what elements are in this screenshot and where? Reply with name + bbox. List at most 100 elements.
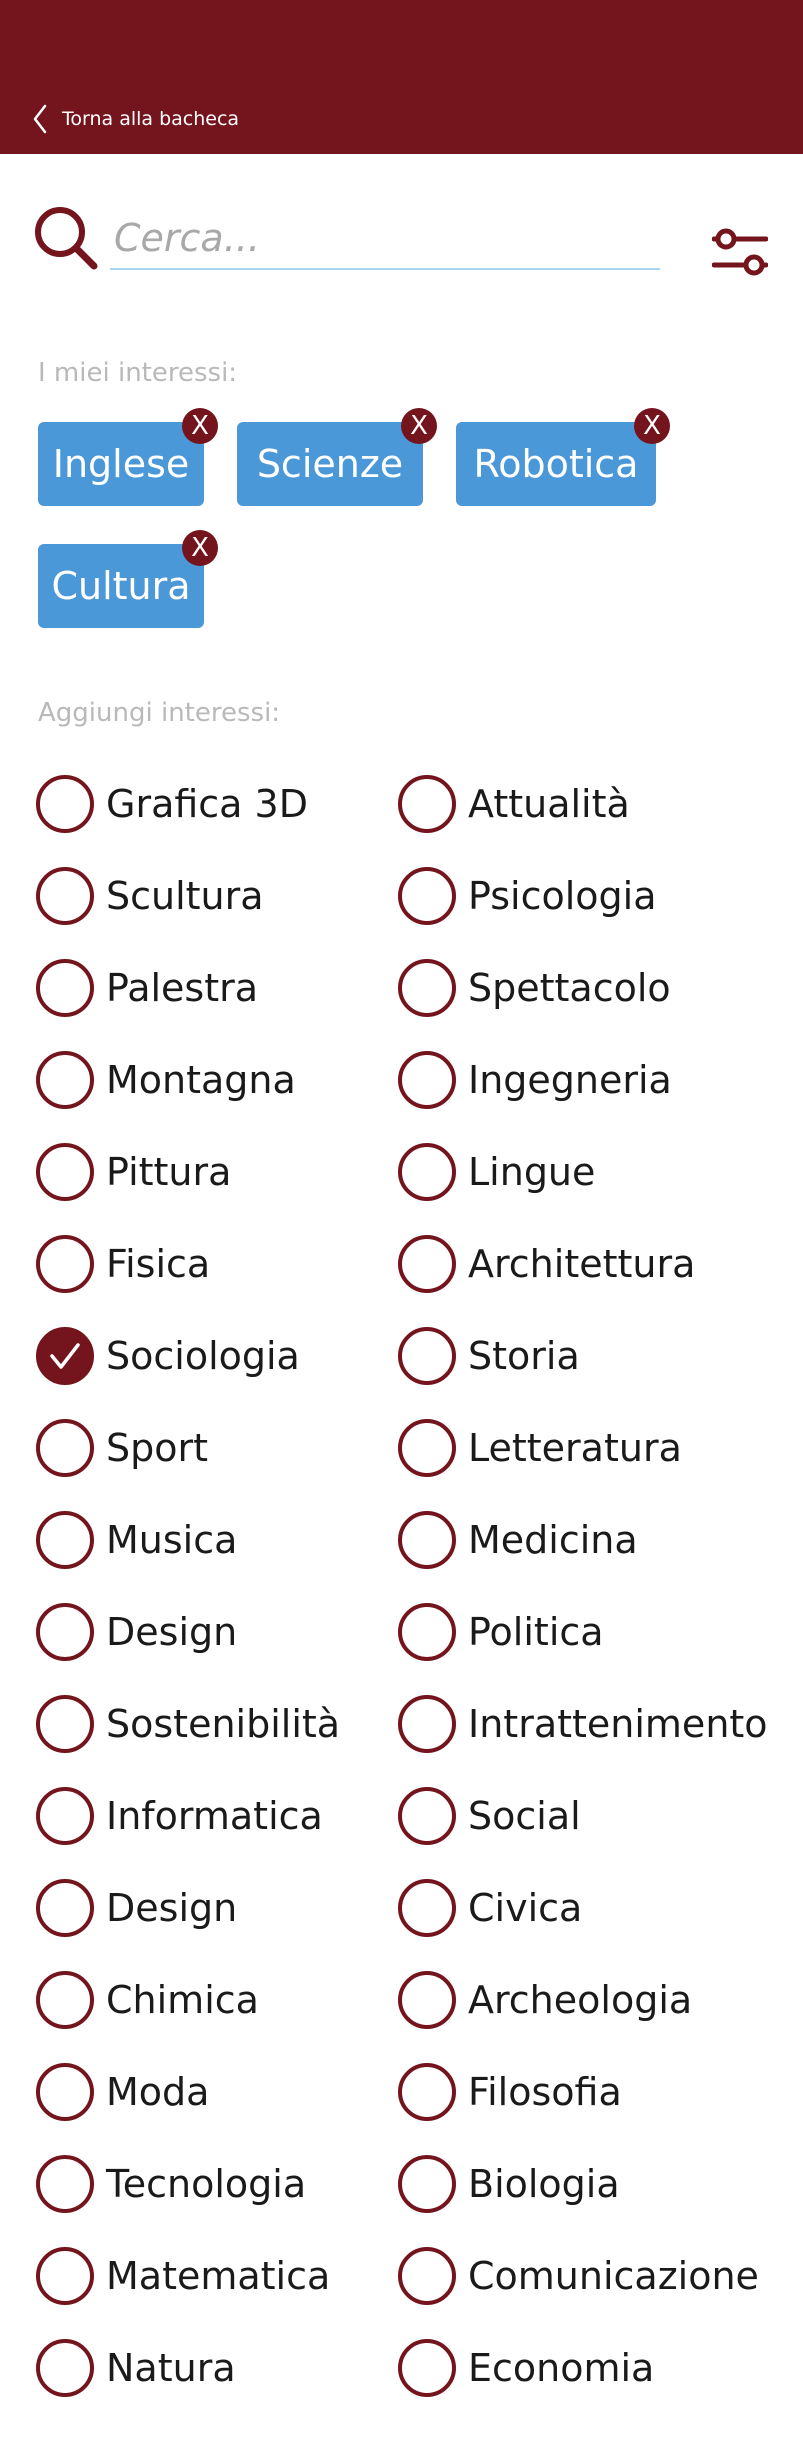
- radio-unchecked[interactable]: [398, 1143, 456, 1201]
- interest-option[interactable]: Palestra: [36, 942, 398, 1034]
- interest-option-label: Sostenibilità: [106, 1702, 341, 1746]
- close-icon[interactable]: X: [182, 530, 218, 566]
- tag-label: Cultura: [51, 564, 191, 608]
- interest-option-label: Attualità: [468, 782, 630, 826]
- radio-unchecked[interactable]: [36, 867, 94, 925]
- interest-option[interactable]: Design: [36, 1586, 398, 1678]
- interest-option[interactable]: Comunicazione: [398, 2230, 776, 2322]
- interest-option-label: Ingegneria: [468, 1058, 672, 1102]
- interest-option[interactable]: Tecnologia: [36, 2138, 398, 2230]
- interest-option[interactable]: Architettura: [398, 1218, 776, 1310]
- back-button[interactable]: Torna alla bacheca: [32, 100, 239, 138]
- interest-option-label: Archeologia: [468, 1978, 693, 2022]
- radio-unchecked[interactable]: [36, 1511, 94, 1569]
- interest-option[interactable]: Chimica: [36, 1954, 398, 2046]
- interest-option[interactable]: Social: [398, 1770, 776, 1862]
- radio-unchecked[interactable]: [36, 1879, 94, 1937]
- interest-option[interactable]: Moda: [36, 2046, 398, 2138]
- radio-unchecked[interactable]: [398, 1051, 456, 1109]
- interest-options-grid: Grafica 3D Attualità Scultura Psicologia Pal…: [36, 758, 776, 2414]
- interest-option[interactable]: Psicologia: [398, 850, 776, 942]
- radio-unchecked[interactable]: [398, 2155, 456, 2213]
- interest-option-label: Pittura: [106, 1150, 232, 1194]
- interest-tag-robotica[interactable]: Robotica X: [456, 408, 670, 506]
- interest-option[interactable]: Musica: [36, 1494, 398, 1586]
- interest-tag-cultura[interactable]: Cultura X: [38, 530, 218, 628]
- interest-option[interactable]: Sociologia: [36, 1310, 398, 1402]
- radio-unchecked[interactable]: [398, 867, 456, 925]
- radio-unchecked[interactable]: [398, 1971, 456, 2029]
- interest-option[interactable]: Montagna: [36, 1034, 398, 1126]
- interest-option[interactable]: Biologia: [398, 2138, 776, 2230]
- close-icon[interactable]: X: [401, 408, 437, 444]
- interest-option[interactable]: Design: [36, 1862, 398, 1954]
- interest-option-label: Psicologia: [468, 874, 657, 918]
- interest-option[interactable]: Fisica: [36, 1218, 398, 1310]
- radio-unchecked[interactable]: [36, 2339, 94, 2397]
- interest-option[interactable]: Ingegneria: [398, 1034, 776, 1126]
- radio-unchecked[interactable]: [398, 775, 456, 833]
- interest-option[interactable]: Letteratura: [398, 1402, 776, 1494]
- radio-unchecked[interactable]: [36, 1971, 94, 2029]
- interest-option[interactable]: Spettacolo: [398, 942, 776, 1034]
- radio-unchecked[interactable]: [36, 1235, 94, 1293]
- radio-unchecked[interactable]: [36, 2155, 94, 2213]
- interest-option[interactable]: Politica: [398, 1586, 776, 1678]
- interest-option[interactable]: Medicina: [398, 1494, 776, 1586]
- radio-checked[interactable]: [36, 1327, 94, 1385]
- radio-unchecked[interactable]: [36, 1051, 94, 1109]
- radio-unchecked[interactable]: [398, 1419, 456, 1477]
- radio-unchecked[interactable]: [36, 775, 94, 833]
- radio-unchecked[interactable]: [36, 959, 94, 1017]
- radio-unchecked[interactable]: [398, 1511, 456, 1569]
- interest-option[interactable]: Intrattenimento: [398, 1678, 776, 1770]
- app-header: Torna alla bacheca: [0, 0, 803, 154]
- filter-icon[interactable]: [712, 228, 768, 276]
- radio-unchecked[interactable]: [398, 1695, 456, 1753]
- interest-option-label: Intrattenimento: [468, 1702, 768, 1746]
- radio-unchecked[interactable]: [398, 2063, 456, 2121]
- interest-option-label: Comunicazione: [468, 2254, 759, 2298]
- radio-unchecked[interactable]: [36, 1143, 94, 1201]
- search-icon[interactable]: [32, 204, 100, 272]
- interest-option-label: Informatica: [106, 1794, 323, 1838]
- radio-unchecked[interactable]: [398, 959, 456, 1017]
- interest-tag-scienze[interactable]: Scienze X: [237, 408, 437, 506]
- interest-option[interactable]: Informatica: [36, 1770, 398, 1862]
- interest-option[interactable]: Pittura: [36, 1126, 398, 1218]
- interest-option[interactable]: Grafica 3D: [36, 758, 398, 850]
- interest-option[interactable]: Natura: [36, 2322, 398, 2414]
- search-input[interactable]: [110, 208, 660, 270]
- radio-unchecked[interactable]: [36, 1603, 94, 1661]
- interest-option[interactable]: Lingue: [398, 1126, 776, 1218]
- interest-option[interactable]: Economia: [398, 2322, 776, 2414]
- tag-label: Robotica: [473, 442, 639, 486]
- radio-unchecked[interactable]: [36, 1695, 94, 1753]
- interest-option[interactable]: Matematica: [36, 2230, 398, 2322]
- radio-unchecked[interactable]: [36, 1419, 94, 1477]
- radio-unchecked[interactable]: [36, 1787, 94, 1845]
- interest-tag-inglese[interactable]: Inglese X: [38, 408, 218, 506]
- interest-option[interactable]: Scultura: [36, 850, 398, 942]
- interest-option-label: Montagna: [106, 1058, 296, 1102]
- interest-option[interactable]: Filosofia: [398, 2046, 776, 2138]
- radio-unchecked[interactable]: [398, 1787, 456, 1845]
- radio-unchecked[interactable]: [398, 1603, 456, 1661]
- interest-option[interactable]: Sport: [36, 1402, 398, 1494]
- radio-unchecked[interactable]: [398, 2247, 456, 2305]
- interest-option[interactable]: Attualità: [398, 758, 776, 850]
- close-icon[interactable]: X: [182, 408, 218, 444]
- radio-unchecked[interactable]: [398, 1235, 456, 1293]
- interest-option[interactable]: Sostenibilità: [36, 1678, 398, 1770]
- radio-unchecked[interactable]: [398, 1879, 456, 1937]
- interest-option[interactable]: Civica: [398, 1862, 776, 1954]
- radio-unchecked[interactable]: [36, 2063, 94, 2121]
- radio-unchecked[interactable]: [398, 2339, 456, 2397]
- radio-unchecked[interactable]: [398, 1327, 456, 1385]
- interest-option[interactable]: Archeologia: [398, 1954, 776, 2046]
- interest-option-label: Architettura: [468, 1242, 696, 1286]
- interest-option[interactable]: Storia: [398, 1310, 776, 1402]
- radio-unchecked[interactable]: [36, 2247, 94, 2305]
- interest-option-label: Design: [106, 1610, 238, 1654]
- close-icon[interactable]: X: [634, 408, 670, 444]
